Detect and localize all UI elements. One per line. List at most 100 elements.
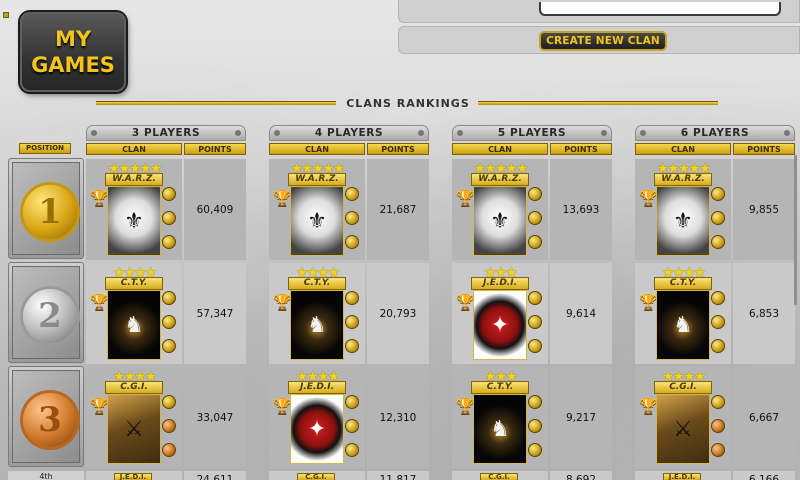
medals-stack <box>162 187 178 259</box>
create-new-clan-button[interactable]: CREATE NEW CLAN <box>539 31 667 51</box>
table-row[interactable]: C.G.I. 11,817 <box>269 471 429 480</box>
position-3-cell: 3 <box>8 366 84 467</box>
clan-cell[interactable]: ★★★★ C.T.Y. 🏆 ♞ <box>86 263 182 364</box>
clan-cell[interactable]: ★★★★★ W.A.R.Z. 🏆 ⚜ <box>86 159 182 260</box>
clan-tag: C.G.I. <box>297 473 335 480</box>
table-row[interactable]: ★★★★ C.T.Y. 🏆 ♞ 20,793 <box>269 263 429 364</box>
trophy-icon: 🏆 <box>456 397 475 415</box>
table-row[interactable]: J.E.D.I. 24,611 <box>86 471 246 480</box>
clans-rankings-title: CLANS RANKINGS <box>346 97 470 110</box>
clan-tag: W.A.R.Z. <box>105 173 163 186</box>
points-column-header: POINTS <box>550 143 612 155</box>
emblem-glyph-icon: ✦ <box>307 417 327 442</box>
medal-icon <box>345 419 359 433</box>
medals-stack <box>711 291 727 363</box>
my-games-button[interactable]: MY GAMES <box>20 12 126 92</box>
table-row[interactable]: ★★★★★ W.A.R.Z. 🏆 ⚜ 60,409 <box>86 159 246 260</box>
points-cell: 6,667 <box>733 367 795 468</box>
clan-tag: C.G.I. <box>480 473 518 480</box>
medals-stack <box>528 395 544 467</box>
points-cell: 21,687 <box>367 159 429 260</box>
medals-stack <box>711 395 727 467</box>
medal-icon <box>528 419 542 433</box>
ranking-group-4-players: 4 PLAYERS CLAN POINTS ★★★★★ W.A.R.Z. 🏆 ⚜ 21,687… <box>269 125 429 480</box>
clan-cell[interactable]: ★★★★★ W.A.R.Z. 🏆 ⚜ <box>269 159 365 260</box>
clan-cell[interactable]: C.G.I. <box>452 471 548 480</box>
emblem-glyph-icon: ⚜ <box>307 209 327 234</box>
clan-emblem-icon: ♞ <box>107 290 161 360</box>
silver-medal-icon: 2 <box>23 289 77 343</box>
points-cell: 57,347 <box>184 263 246 364</box>
clan-emblem-icon: ♞ <box>656 290 710 360</box>
search-input[interactable] <box>539 2 781 16</box>
clan-cell[interactable]: ★★★★ J.E.D.I. 🏆 ✦ <box>269 367 365 468</box>
clan-cell[interactable]: ★★★★★ W.A.R.Z. 🏆 ⚜ <box>452 159 548 260</box>
medal-icon <box>711 315 725 329</box>
points-column-header: POINTS <box>184 143 246 155</box>
clan-tag: C.T.Y. <box>471 381 529 394</box>
table-row[interactable]: ★★★★★ W.A.R.Z. 🏆 ⚜ 9,855 <box>635 159 795 260</box>
clan-column-header: CLAN <box>269 143 365 155</box>
search-strip <box>398 0 800 23</box>
emblem-glyph-icon: ⚜ <box>124 209 144 234</box>
medal-icon <box>162 419 176 433</box>
points-cell: 9,217 <box>550 367 612 468</box>
table-row[interactable]: C.G.I. 8,692 <box>452 471 612 480</box>
medal-icon <box>162 211 176 225</box>
emblem-glyph-icon: ✦ <box>490 313 510 338</box>
position-plate: 3 <box>12 370 80 463</box>
medal-icon <box>528 395 542 409</box>
clan-cell[interactable]: ★★★★ C.G.I. 🏆 ⚔ <box>635 367 731 468</box>
medal-icon <box>711 443 725 457</box>
my-games-label-line2: GAMES <box>31 53 115 77</box>
clan-tag: C.G.I. <box>654 381 712 394</box>
table-row[interactable]: ★★★★ C.T.Y. 🏆 ♞ 6,853 <box>635 263 795 364</box>
medal-icon <box>711 419 725 433</box>
table-row[interactable]: J.E.D.I. 6,166 <box>635 471 795 480</box>
medals-stack <box>162 395 178 467</box>
medals-stack <box>345 395 361 467</box>
medal-icon <box>528 443 542 457</box>
table-row[interactable]: ★★★★ C.G.I. 🏆 ⚔ 33,047 <box>86 367 246 468</box>
table-row[interactable]: ★★★ C.T.Y. 🏆 ♞ 9,217 <box>452 367 612 468</box>
clan-cell[interactable]: ★★★ J.E.D.I. 🏆 ✦ <box>452 263 548 364</box>
medal-icon <box>345 211 359 225</box>
clan-cell[interactable]: J.E.D.I. <box>635 471 731 480</box>
clan-cell[interactable]: ★★★★ C.T.Y. 🏆 ♞ <box>269 263 365 364</box>
medal-icon <box>711 339 725 353</box>
clan-cell[interactable]: ★★★★ C.T.Y. 🏆 ♞ <box>635 263 731 364</box>
medal-icon <box>528 211 542 225</box>
table-row[interactable]: ★★★ J.E.D.I. 🏆 ✦ 9,614 <box>452 263 612 364</box>
medal-icon <box>162 235 176 249</box>
clan-cell[interactable]: J.E.D.I. <box>86 471 182 480</box>
clan-emblem-icon: ⚜ <box>656 186 710 256</box>
clan-emblem-icon: ⚜ <box>107 186 161 256</box>
medals-stack <box>162 291 178 363</box>
position-2-cell: 2 <box>8 262 84 363</box>
medal-icon <box>162 395 176 409</box>
emblem-glyph-icon: ⚔ <box>673 417 693 442</box>
scrollbar[interactable] <box>794 155 797 305</box>
clan-tag: W.A.R.Z. <box>654 173 712 186</box>
trophy-icon: 🏆 <box>456 189 475 207</box>
trophy-icon: 🏆 <box>639 189 658 207</box>
table-row[interactable]: ★★★★ C.G.I. 🏆 ⚔ 6,667 <box>635 367 795 468</box>
position-plate: 2 <box>12 266 80 359</box>
table-row[interactable]: ★★★★★ W.A.R.Z. 🏆 ⚜ 13,693 <box>452 159 612 260</box>
emblem-glyph-icon: ♞ <box>490 417 510 442</box>
medal-icon <box>528 291 542 305</box>
clan-cell[interactable]: C.G.I. <box>269 471 365 480</box>
table-row[interactable]: ★★★★ C.T.Y. 🏆 ♞ 57,347 <box>86 263 246 364</box>
medals-stack <box>345 291 361 363</box>
table-row[interactable]: ★★★★ J.E.D.I. 🏆 ✦ 12,310 <box>269 367 429 468</box>
table-row[interactable]: ★★★★★ W.A.R.Z. 🏆 ⚜ 21,687 <box>269 159 429 260</box>
points-cell: 20,793 <box>367 263 429 364</box>
clan-cell[interactable]: ★★★★★ W.A.R.Z. 🏆 ⚜ <box>635 159 731 260</box>
clan-cell[interactable]: ★★★ C.T.Y. 🏆 ♞ <box>452 367 548 468</box>
group-title: 6 PLAYERS <box>635 125 795 141</box>
points-cell: 33,047 <box>184 367 246 468</box>
clan-cell[interactable]: ★★★★ C.G.I. 🏆 ⚔ <box>86 367 182 468</box>
emblem-glyph-icon: ♞ <box>307 313 327 338</box>
group-title: 5 PLAYERS <box>452 125 612 141</box>
points-cell: 9,614 <box>550 263 612 364</box>
